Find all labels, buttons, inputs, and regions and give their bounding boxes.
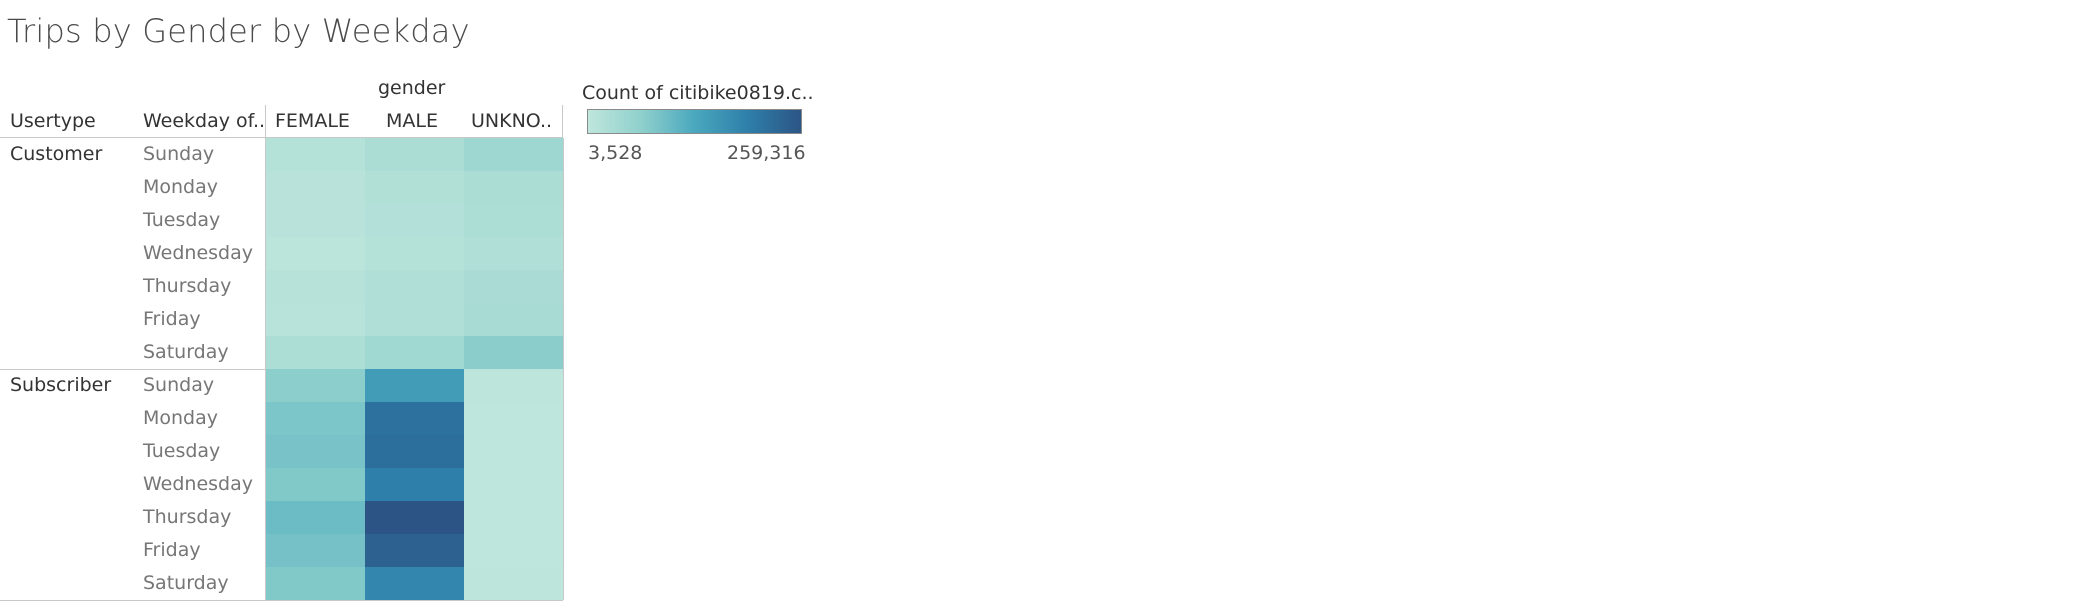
heatmap-cell-subscriber-thursday-female[interactable] bbox=[266, 501, 365, 534]
heatmap-cell-customer-sunday-male[interactable] bbox=[365, 138, 464, 171]
weekday-label: Tuesday bbox=[143, 440, 221, 462]
heatmap-cell-subscriber-friday-unknown[interactable] bbox=[464, 534, 563, 567]
heatmap-cell-customer-friday-male[interactable] bbox=[365, 303, 464, 336]
heatmap-cell-subscriber-tuesday-unknown[interactable] bbox=[464, 435, 563, 468]
weekday-label: Friday bbox=[143, 308, 201, 330]
heatmap-cell-subscriber-friday-male[interactable] bbox=[365, 534, 464, 567]
heatmap-cell-customer-friday-female[interactable] bbox=[266, 303, 365, 336]
weekday-label: Sunday bbox=[143, 143, 215, 165]
weekday-label: Friday bbox=[143, 539, 201, 561]
weekday-label: Tuesday bbox=[143, 209, 221, 231]
weekday-label: Thursday bbox=[143, 506, 232, 528]
heatmap-cell-customer-tuesday-male[interactable] bbox=[365, 204, 464, 237]
heatmap-cell-subscriber-monday-female[interactable] bbox=[266, 402, 365, 435]
column-label-unknown: UNKNO.. bbox=[471, 110, 553, 132]
heatmap-cell-subscriber-sunday-male[interactable] bbox=[365, 369, 464, 402]
grid-left-border bbox=[265, 138, 266, 600]
usertype-label-customer: Customer bbox=[10, 143, 103, 165]
heatmap-cell-customer-monday-female[interactable] bbox=[266, 171, 365, 204]
grid-right-border bbox=[563, 138, 564, 600]
heatmap-cell-subscriber-sunday-female[interactable] bbox=[266, 369, 365, 402]
heatmap-cell-subscriber-saturday-female[interactable] bbox=[266, 567, 365, 600]
weekday-label: Saturday bbox=[143, 341, 229, 363]
heatmap-cell-customer-wednesday-male[interactable] bbox=[365, 237, 464, 270]
heatmap-cell-customer-monday-male[interactable] bbox=[365, 171, 464, 204]
heatmap-cell-customer-thursday-unknown[interactable] bbox=[464, 270, 563, 303]
heatmap-cell-customer-friday-unknown[interactable] bbox=[464, 303, 563, 336]
heatmap-cell-subscriber-monday-male[interactable] bbox=[365, 402, 464, 435]
heatmap-cell-subscriber-friday-female[interactable] bbox=[266, 534, 365, 567]
heatmap-cell-customer-sunday-female[interactable] bbox=[266, 138, 365, 171]
heatmap-cell-subscriber-tuesday-female[interactable] bbox=[266, 435, 365, 468]
heatmap-cell-customer-sunday-unknown[interactable] bbox=[464, 138, 563, 171]
heatmap-cell-customer-tuesday-unknown[interactable] bbox=[464, 204, 563, 237]
header-divider-right bbox=[562, 105, 563, 137]
chart-title: Trips by Gender by Weekday bbox=[7, 12, 470, 50]
heatmap-cell-subscriber-thursday-unknown[interactable] bbox=[464, 501, 563, 534]
legend-color-ramp bbox=[587, 109, 802, 134]
heatmap-cell-subscriber-wednesday-female[interactable] bbox=[266, 468, 365, 501]
heatmap-cell-subscriber-monday-unknown[interactable] bbox=[464, 402, 563, 435]
heatmap-cell-customer-wednesday-unknown[interactable] bbox=[464, 237, 563, 270]
heatmap-cell-subscriber-saturday-unknown[interactable] bbox=[464, 567, 563, 600]
heatmap-cell-customer-monday-unknown[interactable] bbox=[464, 171, 563, 204]
weekday-label: Monday bbox=[143, 176, 219, 198]
usertype-label-subscriber: Subscriber bbox=[10, 374, 112, 396]
legend-title: Count of citibike0819.c.. bbox=[582, 82, 814, 104]
weekday-label: Monday bbox=[143, 407, 219, 429]
heatmap-cell-subscriber-tuesday-male[interactable] bbox=[365, 435, 464, 468]
heatmap-cell-subscriber-wednesday-male[interactable] bbox=[365, 468, 464, 501]
weekday-label: Wednesday bbox=[143, 473, 254, 495]
heatmap-cell-customer-wednesday-female[interactable] bbox=[266, 237, 365, 270]
heatmap-cell-customer-tuesday-female[interactable] bbox=[266, 204, 365, 237]
weekday-label: Sunday bbox=[143, 374, 215, 396]
heatmap-cell-customer-saturday-male[interactable] bbox=[365, 336, 464, 369]
heatmap-cell-customer-saturday-unknown[interactable] bbox=[464, 336, 563, 369]
heatmap-cell-subscriber-saturday-male[interactable] bbox=[365, 567, 464, 600]
weekday-label: Saturday bbox=[143, 572, 229, 594]
weekday-label: Thursday bbox=[143, 275, 232, 297]
legend-max-label: 259,316 bbox=[727, 142, 806, 164]
heatmap-cell-subscriber-sunday-unknown[interactable] bbox=[464, 369, 563, 402]
heatmap-cell-customer-saturday-female[interactable] bbox=[266, 336, 365, 369]
row-header-usertype: Usertype bbox=[10, 110, 96, 132]
heatmap-cell-subscriber-thursday-male[interactable] bbox=[365, 501, 464, 534]
heatmap-cell-subscriber-wednesday-unknown[interactable] bbox=[464, 468, 563, 501]
column-header: gender bbox=[378, 77, 446, 99]
header-divider bbox=[265, 105, 266, 137]
weekday-label: Wednesday bbox=[143, 242, 254, 264]
heatmap-cell-customer-thursday-female[interactable] bbox=[266, 270, 365, 303]
heatmap-cell-customer-thursday-male[interactable] bbox=[365, 270, 464, 303]
row-header-weekday: Weekday of.. bbox=[143, 110, 266, 132]
column-label-female: FEMALE bbox=[275, 110, 350, 132]
legend-min-label: 3,528 bbox=[588, 142, 643, 164]
column-label-male: MALE bbox=[386, 110, 438, 132]
